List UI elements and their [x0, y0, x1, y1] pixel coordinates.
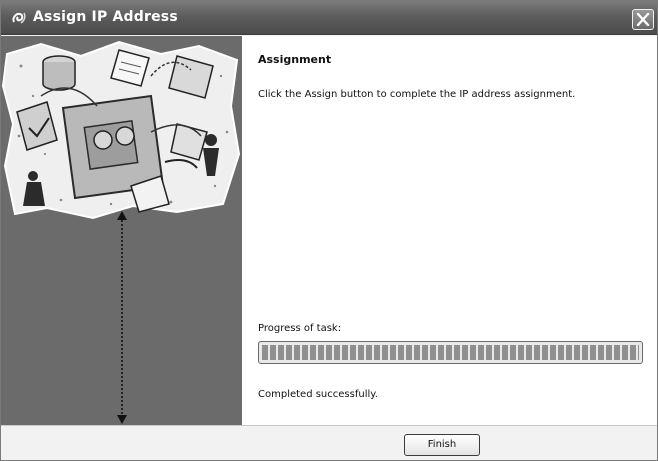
progress-fill	[262, 345, 639, 360]
assign-ip-dialog: Assign IP Address Assignment Click the A…	[0, 0, 658, 461]
task-progress-bar	[258, 341, 643, 364]
finish-button[interactable]: Finish	[404, 434, 480, 456]
page-heading: Assignment	[258, 53, 332, 66]
wizard-banner	[1, 36, 242, 425]
window-title: Assign IP Address	[33, 9, 178, 25]
network-collage-illustration	[1, 40, 241, 424]
instruction-text: Click the Assign button to complete the …	[258, 89, 576, 100]
title-bar[interactable]: Assign IP Address	[1, 1, 657, 35]
dotted-double-arrow	[117, 211, 127, 424]
progress-label: Progress of task:	[258, 323, 342, 334]
app-swirl-icon	[11, 10, 27, 26]
wizard-content: Assignment Click the Assign button to co…	[242, 36, 657, 425]
close-icon	[636, 13, 650, 26]
status-text: Completed successfully.	[258, 389, 378, 400]
button-bar: Finish	[1, 425, 657, 460]
close-button[interactable]	[632, 9, 654, 30]
